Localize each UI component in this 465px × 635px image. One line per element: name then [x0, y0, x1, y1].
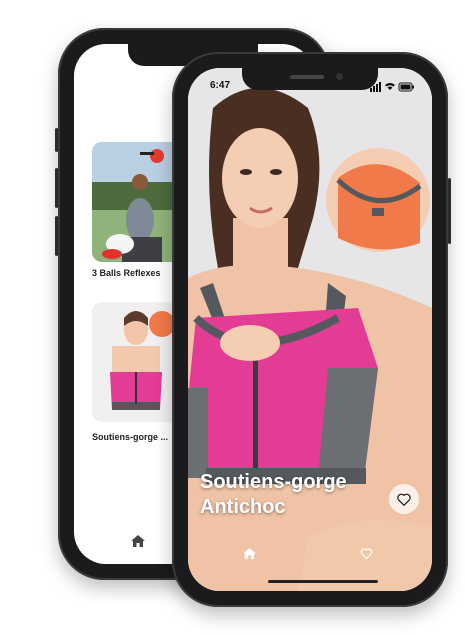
status-time: 6:47 — [210, 80, 231, 91]
speaker-grille — [290, 75, 324, 79]
favorites-tab[interactable] — [360, 546, 373, 564]
status-icons — [370, 79, 414, 97]
volume-down-button — [55, 216, 58, 256]
favorite-button[interactable] — [389, 484, 419, 514]
home-tab[interactable] — [131, 534, 145, 552]
product-label-sports-bra: Soutiens-gorge ... — [92, 432, 169, 442]
home-tab[interactable] — [243, 546, 256, 564]
home-icon — [131, 535, 145, 547]
front-camera — [336, 73, 343, 80]
product-title: Soutiens-gorge Antichoc — [200, 470, 390, 520]
front-notch — [242, 68, 378, 90]
home-indicator — [268, 580, 378, 583]
power-button — [448, 178, 451, 244]
volume-up-button — [55, 168, 58, 208]
heart-icon — [397, 493, 411, 506]
status-bar-icons — [370, 82, 414, 92]
front-phone-frame: 6:47 Soutiens-gorge Antichoc — [172, 52, 451, 607]
mute-switch — [55, 128, 58, 152]
product-card-reflex-balls[interactable] — [92, 142, 180, 262]
product-title-line-2: Antichoc — [200, 496, 286, 518]
home-icon — [243, 548, 256, 559]
product-title-line-1: Soutiens-gorge — [200, 471, 347, 493]
sports-bra-photo — [92, 302, 180, 422]
reflex-balls-photo — [92, 142, 180, 262]
front-screen: 6:47 Soutiens-gorge Antichoc — [188, 68, 432, 591]
product-label-reflex-balls: 3 Balls Reflexes — [92, 268, 161, 278]
heart-icon — [360, 548, 373, 560]
product-card-sports-bra[interactable] — [92, 302, 180, 422]
